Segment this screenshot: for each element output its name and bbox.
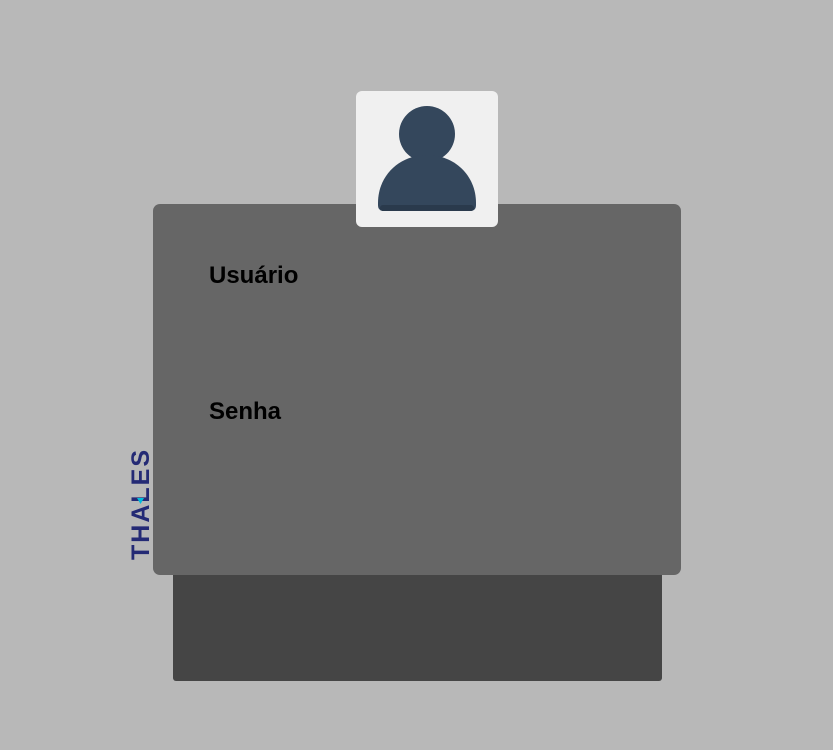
login-card <box>153 204 681 575</box>
username-label: Usuário <box>209 262 299 289</box>
login-page: Usuário Senha THALES <box>0 0 833 750</box>
thales-logo: THALES <box>127 418 155 562</box>
user-icon <box>378 106 476 211</box>
brand-name: THALES <box>127 448 155 560</box>
avatar <box>356 91 498 227</box>
login-footer-panel <box>173 560 662 681</box>
password-label: Senha <box>209 398 282 425</box>
